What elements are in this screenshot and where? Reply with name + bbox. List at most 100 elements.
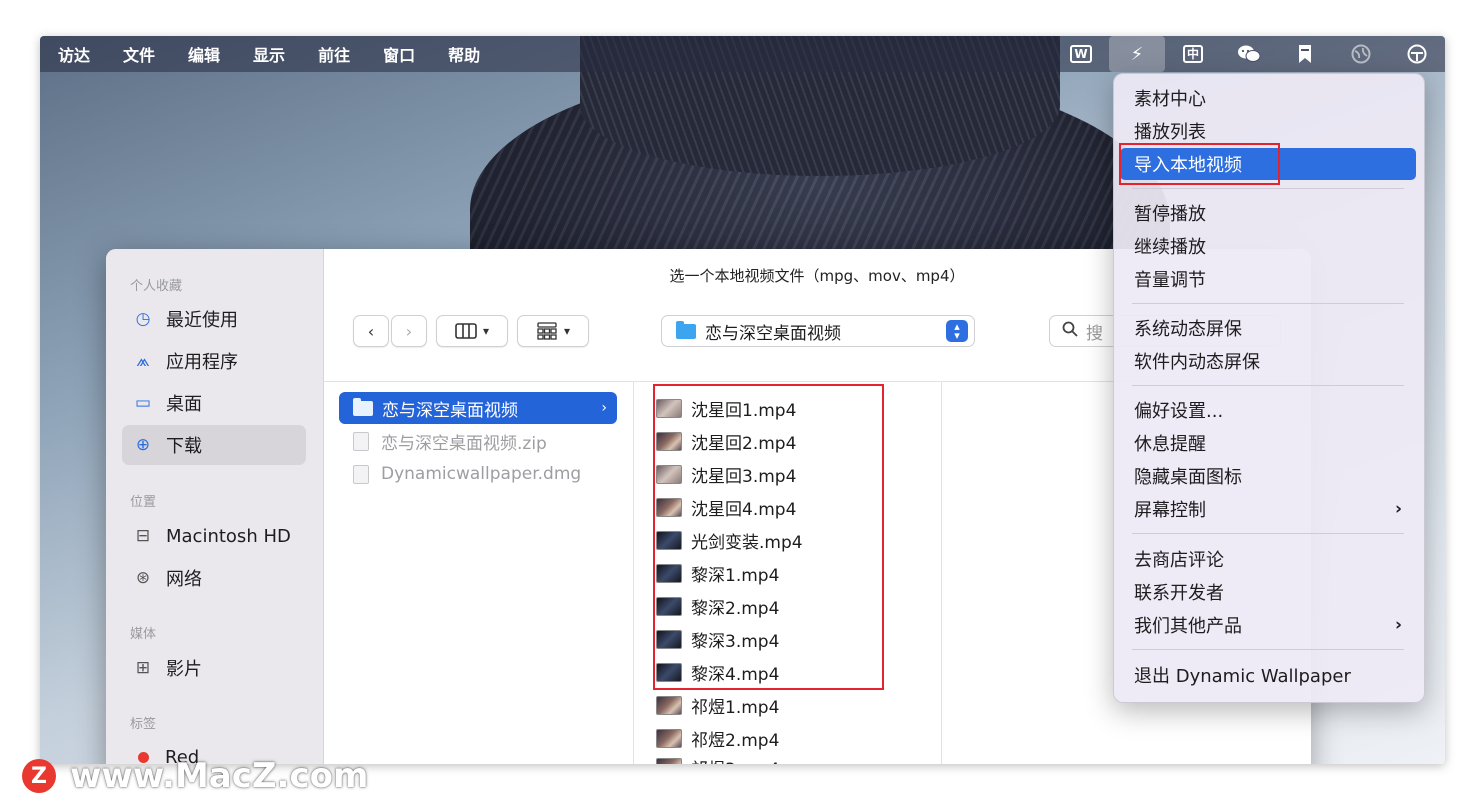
list-item[interactable]: 黎深4.mp4 [656,656,936,688]
download-icon: ⊕ [135,435,151,455]
sidebar-item-macintosh-hd[interactable]: ⊟ Macintosh HD [122,516,306,556]
dmg-file-icon [353,464,369,484]
browser-column-2: 沈星回1.mp4 沈星回2.mp4 沈星回3.mp4 沈星回4.mp4 光剑变装… [633,381,942,764]
menu-item-playlist[interactable]: 播放列表 [1120,115,1416,147]
sidebar-header-media: 媒体 [130,627,157,642]
menu-item-import-local-video[interactable]: 导入本地视频 [1120,148,1416,180]
bookmark-tray-icon[interactable] [1277,36,1333,72]
globe-tray-icon[interactable] [1333,36,1389,72]
sidebar-header-tags: 标签 [130,717,157,732]
list-item[interactable]: 黎深2.mp4 [656,590,936,622]
sidebar-item-desktop[interactable]: ▭ 桌面 [122,383,306,423]
list-item[interactable]: 沈星回1.mp4 [656,392,936,424]
list-item-dmg[interactable]: Dynamicwallpaper.dmg [339,458,617,490]
list-item[interactable]: 黎深3.mp4 [656,623,936,655]
menu-item-screen-control[interactable]: 屏幕控制 › [1120,493,1416,525]
search-placeholder: 搜 [1086,323,1103,344]
menu-finder[interactable]: 访达 [58,42,90,66]
bookmark-icon [1299,45,1311,63]
applications-icon: ⩕ [136,351,150,371]
sidebar-header-locations: 位置 [130,495,157,510]
menu-item-preferences[interactable]: 偏好设置... [1120,394,1416,426]
folder-icon [353,397,373,416]
search-icon [1062,321,1078,342]
sidebar-item-applications[interactable]: ⩕ 应用程序 [122,341,306,381]
list-item[interactable]: 祁煜3.mp4 [656,755,936,764]
chevron-right-icon: › [1394,499,1402,519]
video-thumbnail-icon [656,662,682,682]
status-tray: W ⚡ 中 [1053,36,1445,72]
location-popup[interactable]: 恋与深空桌面视频 ▴ ▾ [661,315,975,347]
chevron-right-icon: › [601,400,607,416]
chevron-right-icon: › [1394,615,1402,635]
input-method-tray-icon[interactable]: 中 [1165,36,1221,72]
group-button[interactable]: ▾ [517,315,589,347]
sidebar-item-network[interactable]: ⊛ 网络 [122,558,306,598]
up-down-stepper-icon: ▴ ▾ [946,320,968,342]
menu-bar: 访达 文件 编辑 显示 前往 窗口 帮助 W ⚡ 中 [40,36,1445,72]
menu-item-system-screensaver[interactable]: 系统动态屏保 [1120,312,1416,344]
zip-file-icon [353,431,369,451]
watermark: Z www.MacZ.com [22,756,368,796]
menu-window[interactable]: 窗口 [383,42,415,66]
sidebar-item-downloads[interactable]: ⊕ 下载 [122,425,306,465]
desktop-screenshot: 访达 文件 编辑 显示 前往 窗口 帮助 W ⚡ 中 个人收藏 ◷ 最近使用 ⩕… [40,36,1445,764]
chevron-down-icon: ▾ [482,324,490,338]
menu-item-contact-developer[interactable]: 联系开发者 [1120,576,1416,608]
forward-button[interactable]: › [391,315,427,347]
columns-icon [455,323,477,339]
back-button[interactable]: ‹ [353,315,389,347]
menu-separator [1132,649,1404,650]
browser-column-1: 恋与深空桌面视频 › 恋与深空桌面视频.zip Dynamicwallpaper… [323,381,633,764]
menu-item-other-products[interactable]: 我们其他产品 › [1120,609,1416,641]
wechat-tray-icon[interactable] [1221,36,1277,72]
menu-item-rest-reminder[interactable]: 休息提醒 [1120,427,1416,459]
menu-item-quit[interactable]: 退出 Dynamic Wallpaper [1120,659,1416,691]
list-item[interactable]: 沈星回3.mp4 [656,458,936,490]
wps-tray-icon[interactable]: W [1053,36,1109,72]
list-item[interactable]: 光剑变装.mp4 [656,524,936,556]
dynamic-wallpaper-menu: 素材中心 播放列表 导入本地视频 暂停播放 继续播放 音量调节 系统动态屏保 软… [1113,73,1425,703]
sidebar-item-movies[interactable]: ⊞ 影片 [122,648,306,688]
video-thumbnail-icon [656,596,682,616]
view-mode-button[interactable]: ▾ [436,315,508,347]
menu-edit[interactable]: 编辑 [188,42,220,66]
menu-item-resume[interactable]: 继续播放 [1120,230,1416,262]
menu-item-in-app-screensaver[interactable]: 软件内动态屏保 [1120,345,1416,377]
sidebar-header-favorites: 个人收藏 [130,279,183,294]
video-thumbnail-icon [656,431,682,451]
app-menus: 访达 文件 编辑 显示 前往 窗口 帮助 [40,42,513,66]
menu-view[interactable]: 显示 [253,42,285,66]
list-item[interactable]: 祁煜2.mp4 [656,722,936,754]
dynamic-wallpaper-tray-icon[interactable]: ⚡ [1109,36,1165,72]
video-thumbnail-icon [656,695,682,715]
menu-item-volume[interactable]: 音量调节 [1120,263,1416,295]
menu-item-hide-desktop-icons[interactable]: 隐藏桌面图标 [1120,460,1416,492]
video-thumbnail-icon [656,530,682,550]
menu-help[interactable]: 帮助 [448,42,480,66]
menu-separator [1132,303,1404,304]
list-item[interactable]: 黎深1.mp4 [656,557,936,589]
menu-item-material-center[interactable]: 素材中心 [1120,82,1416,114]
clock-icon: ◷ [135,309,151,329]
list-item-zip[interactable]: 恋与深空桌面视频.zip [339,425,617,457]
menu-item-pause[interactable]: 暂停播放 [1120,197,1416,229]
video-thumbnail-icon [656,728,682,748]
video-thumbnail-icon [656,497,682,517]
list-item[interactable]: 祁煜1.mp4 [656,689,936,721]
list-item-selected-folder[interactable]: 恋与深空桌面视频 › [339,392,617,424]
grid-icon [537,322,557,340]
watermark-text: www.MacZ.com [70,756,369,796]
dialog-sidebar: 个人收藏 ◷ 最近使用 ⩕ 应用程序 ▭ 桌面 ⊕ 下载 位置 ⊟ Macint… [106,249,324,764]
menu-go[interactable]: 前往 [318,42,350,66]
folder-icon [676,320,696,339]
menu-item-store-review[interactable]: 去商店评论 [1120,543,1416,575]
hard-drive-icon: ⊟ [135,526,151,546]
helmet-tray-icon[interactable] [1389,36,1445,72]
list-item[interactable]: 沈星回2.mp4 [656,425,936,457]
menu-file[interactable]: 文件 [123,42,155,66]
network-globe-icon: ⊛ [135,568,151,588]
sidebar-item-recents[interactable]: ◷ 最近使用 [122,299,306,339]
list-item[interactable]: 沈星回4.mp4 [656,491,936,523]
video-thumbnail-icon [656,563,682,583]
